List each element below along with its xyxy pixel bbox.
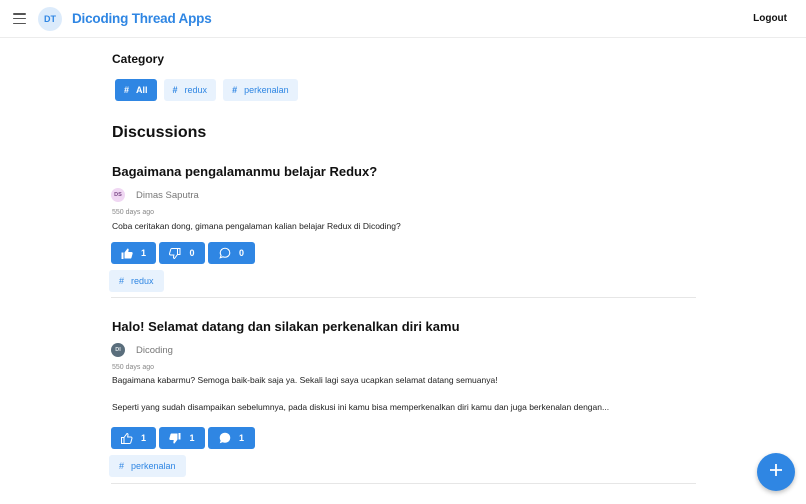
app: DT Dicoding Thread Apps Logout Category … <box>0 0 806 504</box>
hamburger-menu-icon[interactable] <box>13 13 26 24</box>
thread-owner: DI Dicoding <box>111 343 173 357</box>
thumbs-up-filled-icon <box>121 248 133 259</box>
comment-count: 0 <box>238 248 244 258</box>
chip-label: perkenalan <box>244 85 289 95</box>
thread-body: Coba ceritakan dong, gimana pengalaman k… <box>112 221 401 231</box>
thread-category-tag[interactable]: # perkenalan <box>109 455 186 477</box>
owner-name: Dicoding <box>136 344 173 356</box>
thread-actions: 1 1 1 <box>111 427 255 449</box>
tag-label: redux <box>131 276 154 286</box>
comment-button[interactable]: 0 <box>208 242 255 264</box>
upvote-button[interactable]: 1 <box>111 427 156 449</box>
upvote-button[interactable]: 1 <box>111 242 156 264</box>
downvote-count: 1 <box>189 433 195 443</box>
comment-filled-icon <box>219 432 231 444</box>
upvote-count: 1 <box>140 433 146 443</box>
avatar: DI <box>111 343 125 357</box>
owner-name: Dimas Saputra <box>136 189 199 201</box>
comment-button[interactable]: 1 <box>208 427 255 449</box>
thumbs-up-outline-icon <box>120 432 133 444</box>
thread-title[interactable]: Bagaimana pengalamanmu belajar Redux? <box>112 164 377 179</box>
hash-icon: # <box>172 85 178 95</box>
hash-icon: # <box>119 276 125 286</box>
downvote-button[interactable]: 1 <box>159 427 205 449</box>
thread-body: Bagaimana kabarmu? Semoga baik-baik saja… <box>112 375 610 412</box>
comment-count: 1 <box>238 433 244 443</box>
app-avatar: DT <box>38 7 62 31</box>
downvote-count: 0 <box>189 248 195 258</box>
downvote-button[interactable]: 0 <box>159 242 205 264</box>
thread-item: Bagaimana pengalamanmu belajar Redux? DS… <box>109 158 696 298</box>
thread-owner: DS Dimas Saputra <box>111 188 199 202</box>
app-title[interactable]: Dicoding Thread Apps <box>72 11 212 26</box>
top-app-bar: DT Dicoding Thread Apps Logout <box>0 0 806 38</box>
category-heading: Category <box>112 52 165 66</box>
category-chip-all[interactable]: # All <box>115 79 157 101</box>
upvote-count: 1 <box>140 248 146 258</box>
chip-label: redux <box>184 85 208 95</box>
logout-button[interactable]: Logout <box>753 13 787 24</box>
tag-label: perkenalan <box>131 461 176 471</box>
hash-icon: # <box>232 85 238 95</box>
thumbs-down-outline-icon <box>169 247 181 259</box>
discussions-heading: Discussions <box>112 124 207 141</box>
thumbs-down-filled-icon <box>169 432 181 444</box>
category-chip-redux[interactable]: # redux <box>163 79 217 101</box>
thread-timestamp: 550 days ago <box>112 364 155 371</box>
plus-icon <box>770 463 782 481</box>
category-filter: # All # redux # perkenalan <box>115 79 298 101</box>
thread-item: Halo! Selamat datang dan silakan perkena… <box>109 309 696 484</box>
thread-category-tag[interactable]: # redux <box>109 270 164 292</box>
thread-title[interactable]: Halo! Selamat datang dan silakan perkena… <box>112 319 460 334</box>
thread-actions: 1 0 0 <box>111 242 255 264</box>
chip-label: All <box>136 85 148 95</box>
hash-icon: # <box>124 85 130 95</box>
avatar: DS <box>111 188 125 202</box>
thread-timestamp: 550 days ago <box>112 209 155 216</box>
hash-icon: # <box>119 461 125 471</box>
category-chip-perkenalan[interactable]: # perkenalan <box>223 79 298 101</box>
comment-outline-icon <box>219 247 231 259</box>
add-thread-button[interactable] <box>757 453 795 491</box>
